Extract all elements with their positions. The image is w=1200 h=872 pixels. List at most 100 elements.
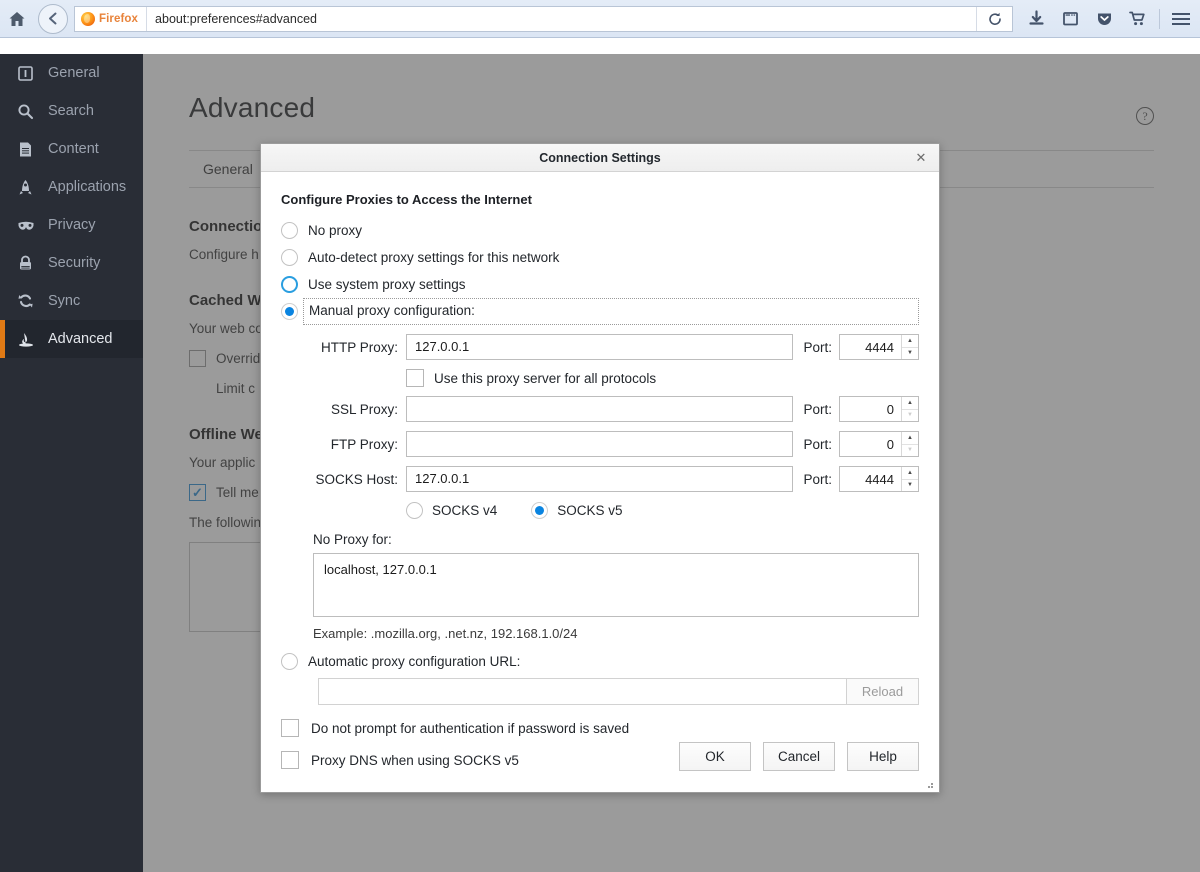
pocket-icon[interactable] (1087, 0, 1121, 38)
radio-socks-v4[interactable]: SOCKS v4 (406, 502, 497, 519)
pac-reload-button: Reload (847, 678, 919, 705)
socks-port-label: Port: (793, 472, 839, 487)
radio-system-proxy-indicator[interactable] (281, 276, 298, 293)
sidebar-item-sync[interactable]: Sync (0, 282, 143, 320)
ftp-proxy-input[interactable] (406, 431, 793, 457)
sidebar-item-security[interactable]: Security (0, 244, 143, 282)
radio-socks-v5-indicator[interactable] (531, 502, 548, 519)
spinner-down-icon[interactable]: ▼ (902, 347, 918, 360)
ssl-proxy-row: SSL Proxy: Port: 0 ▲ ▼ (281, 396, 919, 422)
radio-socks-v4-indicator[interactable] (406, 502, 423, 519)
http-proxy-input[interactable]: 127.0.0.1 (406, 334, 793, 360)
security-lock-icon (16, 254, 35, 273)
sidebar-item-label: Content (48, 141, 99, 157)
dialog-body: Configure Proxies to Access the Internet… (261, 172, 939, 793)
ok-button[interactable]: OK (679, 742, 751, 771)
radio-no-proxy[interactable]: No proxy (281, 217, 919, 244)
resize-grip-icon[interactable] (924, 779, 936, 791)
http-port-buttons[interactable]: ▲ ▼ (901, 335, 918, 359)
radio-manual-proxy-indicator[interactable] (281, 303, 298, 320)
all-protocols-row[interactable]: Use this proxy server for all protocols (281, 369, 919, 387)
radio-system-proxy-label: Use system proxy settings (308, 277, 466, 292)
help-button[interactable]: Help (847, 742, 919, 771)
pac-url-input[interactable] (318, 678, 847, 705)
spinner-up-icon[interactable]: ▲ (902, 335, 918, 347)
ssl-proxy-input[interactable] (406, 396, 793, 422)
socks-host-input[interactable]: 127.0.0.1 (406, 466, 793, 492)
privacy-mask-icon (16, 216, 35, 235)
cart-icon[interactable] (1121, 0, 1155, 38)
dialog-heading: Configure Proxies to Access the Internet (281, 192, 919, 207)
sidebar-item-label: Security (48, 255, 100, 271)
reload-icon[interactable] (976, 7, 1012, 31)
sidebar-item-content[interactable]: Content (0, 130, 143, 168)
dialog-footer: OK Cancel Help (281, 742, 919, 771)
all-protocols-checkbox[interactable] (406, 369, 424, 387)
http-port-stepper[interactable]: 4444 ▲ ▼ (839, 334, 919, 360)
radio-auto-detect[interactable]: Auto-detect proxy settings for this netw… (281, 244, 919, 271)
sidebar-item-privacy[interactable]: Privacy (0, 206, 143, 244)
hamburger-menu-icon[interactable] (1164, 0, 1198, 38)
sidebar-item-label: Privacy (48, 217, 96, 233)
spinner-up-icon[interactable]: ▲ (902, 397, 918, 409)
socks-host-label: SOCKS Host: (281, 472, 406, 487)
no-auth-prompt-row[interactable]: Do not prompt for authentication if pass… (281, 719, 919, 737)
http-port-value[interactable]: 4444 (840, 335, 901, 359)
spinner-down-icon: ▼ (902, 444, 918, 457)
spinner-up-icon[interactable]: ▲ (902, 432, 918, 444)
socks-version-group: SOCKS v4 SOCKS v5 (281, 502, 919, 519)
home-icon[interactable] (0, 0, 34, 38)
radio-manual-proxy[interactable]: Manual proxy configuration: (281, 298, 919, 325)
sidebar-item-general[interactable]: General (0, 54, 143, 92)
radio-auto-detect-label: Auto-detect proxy settings for this netw… (308, 250, 559, 265)
spinner-down-icon: ▼ (902, 409, 918, 422)
no-proxy-example: Example: .mozilla.org, .net.nz, 192.168.… (281, 626, 919, 641)
ftp-port-value[interactable]: 0 (840, 432, 901, 456)
ftp-port-buttons[interactable]: ▲ ▼ (901, 432, 918, 456)
no-auth-prompt-label: Do not prompt for authentication if pass… (311, 721, 629, 736)
sidebar-item-search[interactable]: Search (0, 92, 143, 130)
download-icon[interactable] (1019, 0, 1053, 38)
socks-port-buttons[interactable]: ▲ ▼ (901, 467, 918, 491)
sidebar-item-label: Search (48, 103, 94, 119)
spinner-up-icon[interactable]: ▲ (902, 467, 918, 479)
url-input[interactable]: about:preferences#advanced (147, 12, 976, 26)
ftp-proxy-row: FTP Proxy: Port: 0 ▲ ▼ (281, 431, 919, 457)
no-auth-prompt-checkbox[interactable] (281, 719, 299, 737)
sidebar-item-applications[interactable]: Applications (0, 168, 143, 206)
back-button[interactable] (38, 4, 68, 34)
sidebar-item-advanced[interactable]: Advanced (0, 320, 143, 358)
ftp-port-stepper[interactable]: 0 ▲ ▼ (839, 431, 919, 457)
sidebar-item-label: General (48, 65, 100, 81)
general-icon (16, 64, 35, 83)
socks-port-value[interactable]: 4444 (840, 467, 901, 491)
ssl-port-buttons[interactable]: ▲ ▼ (901, 397, 918, 421)
toolbar-separator (1159, 9, 1160, 29)
sync-icon (16, 292, 35, 311)
library-icon[interactable] (1053, 0, 1087, 38)
ftp-port-label: Port: (793, 437, 839, 452)
ssl-proxy-label: SSL Proxy: (281, 402, 406, 417)
radio-pac-url[interactable]: Automatic proxy configuration URL: (281, 653, 919, 670)
radio-auto-detect-indicator[interactable] (281, 249, 298, 266)
no-proxy-textarea[interactable]: localhost, 127.0.0.1 (313, 553, 919, 617)
radio-socks-v5[interactable]: SOCKS v5 (531, 502, 622, 519)
ssl-port-label: Port: (793, 402, 839, 417)
advanced-icon (16, 330, 35, 349)
radio-pac-url-indicator[interactable] (281, 653, 298, 670)
ssl-port-stepper[interactable]: 0 ▲ ▼ (839, 396, 919, 422)
radio-system-proxy[interactable]: Use system proxy settings (281, 271, 919, 298)
applications-icon (16, 178, 35, 197)
cancel-button[interactable]: Cancel (763, 742, 835, 771)
radio-socks-v5-label: SOCKS v5 (557, 503, 622, 518)
spinner-down-icon[interactable]: ▼ (902, 479, 918, 492)
sidebar-item-label: Sync (48, 293, 80, 309)
identity-box[interactable]: Firefox (75, 7, 147, 31)
radio-socks-v4-label: SOCKS v4 (432, 503, 497, 518)
socks-port-stepper[interactable]: 4444 ▲ ▼ (839, 466, 919, 492)
ssl-port-value[interactable]: 0 (840, 397, 901, 421)
firefox-logo-icon (81, 12, 95, 26)
address-bar[interactable]: Firefox about:preferences#advanced (74, 6, 1013, 32)
close-icon[interactable]: ✕ (911, 144, 931, 172)
radio-no-proxy-indicator[interactable] (281, 222, 298, 239)
